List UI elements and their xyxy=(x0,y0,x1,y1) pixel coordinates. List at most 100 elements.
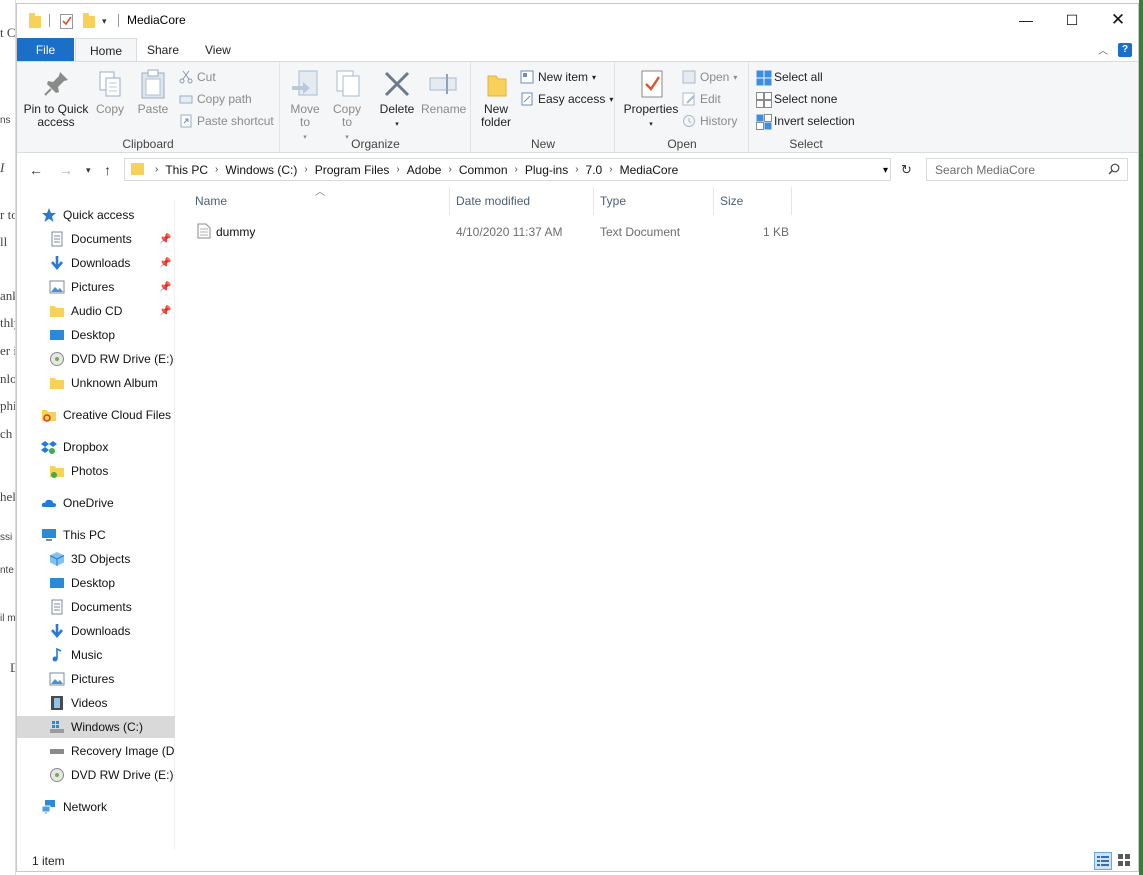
nav-pc-dvd-drive[interactable]: DVD RW Drive (E:) S xyxy=(17,764,175,786)
properties-label: Properties xyxy=(623,102,679,116)
nav-pc-videos[interactable]: Videos xyxy=(17,692,175,714)
close-button[interactable]: ✕ xyxy=(1095,4,1141,36)
breadcrumb-adobe[interactable]: Adobe xyxy=(404,163,445,177)
organize-group-label: Organize xyxy=(351,137,400,151)
column-header-name[interactable]: Name xyxy=(189,187,450,215)
nav-creative-cloud[interactable]: Creative Cloud Files xyxy=(17,404,175,426)
tab-share[interactable]: Share xyxy=(133,38,193,62)
open-button[interactable]: Open ▾ xyxy=(682,67,737,87)
properties-button[interactable]: Properties ▾ xyxy=(622,68,680,131)
breadcrumb-separator[interactable]: › xyxy=(151,164,162,175)
videos-film-icon xyxy=(49,695,65,711)
nav-pc-recovery[interactable]: Recovery Image (D: xyxy=(17,740,175,762)
details-view-icon[interactable] xyxy=(1094,852,1112,870)
invert-selection-button[interactable]: Invert selection xyxy=(756,111,855,131)
search-input[interactable]: Search MediaCore xyxy=(926,158,1128,181)
address-dropdown-icon[interactable]: ▾ xyxy=(883,165,888,176)
breadcrumb-separator[interactable]: › xyxy=(511,164,522,175)
nav-dropbox[interactable]: Dropbox xyxy=(17,436,175,458)
breadcrumb-windows-c[interactable]: Windows (C:) xyxy=(222,163,300,177)
tab-home[interactable]: Home xyxy=(75,38,138,62)
music-note-icon xyxy=(49,647,65,663)
nav-pc-3d-objects[interactable]: 3D Objects xyxy=(17,548,175,570)
nav-qa-unknown-album[interactable]: Unknown Album xyxy=(17,372,175,394)
easy-access-button[interactable]: Easy access ▾ xyxy=(520,89,613,109)
move-to-button[interactable]: Move to ▾ xyxy=(287,68,323,144)
nav-pc-windows-c[interactable]: Windows (C:) xyxy=(17,716,175,738)
pin-quick-access-button[interactable]: Pin to Quick access xyxy=(23,68,89,129)
delete-button[interactable]: Delete ▾ xyxy=(377,68,417,131)
nav-qa-pictures[interactable]: Pictures 📌 xyxy=(17,276,175,298)
breadcrumb-program-files[interactable]: Program Files xyxy=(312,163,393,177)
address-bar[interactable]: › This PC › Windows (C:) › Program Files… xyxy=(124,158,891,181)
large-icons-view-icon[interactable] xyxy=(1116,852,1134,870)
breadcrumb-7-0[interactable]: 7.0 xyxy=(583,163,606,177)
new-folder-button[interactable]: New folder xyxy=(478,68,514,129)
edit-button[interactable]: Edit xyxy=(682,89,721,109)
new-group: New folder New item ▾ Easy access ▾ New xyxy=(472,62,615,153)
select-all-button[interactable]: Select all xyxy=(756,67,823,87)
nav-pc-desktop[interactable]: Desktop xyxy=(17,572,175,594)
up-arrow-icon[interactable]: ↑ xyxy=(104,162,111,178)
nav-qa-desktop[interactable]: Desktop xyxy=(17,324,175,346)
nav-photos[interactable]: Photos xyxy=(17,460,175,482)
minimize-button[interactable]: — xyxy=(1003,4,1049,36)
select-none-button[interactable]: Select none xyxy=(756,89,837,109)
pin-icon: 📌 xyxy=(159,233,172,245)
nav-pc-music[interactable]: Music xyxy=(17,644,175,666)
desktop-icon xyxy=(49,327,65,343)
search-icon[interactable] xyxy=(1108,163,1120,175)
nav-qa-audio-cd[interactable]: Audio CD 📌 xyxy=(17,300,175,322)
help-icon[interactable]: ? xyxy=(1118,42,1132,57)
breadcrumb-plug-ins[interactable]: Plug-ins xyxy=(522,163,571,177)
nav-qa-documents[interactable]: Documents 📌 xyxy=(17,228,175,250)
breadcrumb-separator[interactable]: › xyxy=(605,164,616,175)
navigation-bar: ← → ▾ ↑ › This PC › Windows (C:) › Progr… xyxy=(17,154,1138,186)
tab-file[interactable]: File xyxy=(17,38,74,62)
breadcrumb-separator[interactable]: › xyxy=(300,164,311,175)
copy-path-button[interactable]: Copy path xyxy=(179,89,252,109)
nav-pc-pictures[interactable]: Pictures xyxy=(17,668,175,690)
cut-button[interactable]: Cut xyxy=(179,67,216,87)
column-header-date-modified[interactable]: Date modified xyxy=(450,187,594,215)
breadcrumb-separator[interactable]: › xyxy=(571,164,582,175)
new-group-label: New xyxy=(530,137,555,151)
table-row[interactable]: dummy 4/10/2020 11:37 AM Text Document 1… xyxy=(175,221,795,243)
breadcrumb-this-pc[interactable]: This PC xyxy=(162,163,211,177)
column-header-type[interactable]: Type xyxy=(594,187,714,215)
recent-locations-icon[interactable]: ▾ xyxy=(86,165,91,176)
history-button[interactable]: History xyxy=(682,111,737,131)
back-arrow-icon[interactable]: ← xyxy=(29,162,43,178)
nav-qa-downloads[interactable]: Downloads 📌 xyxy=(17,252,175,274)
breadcrumb-separator[interactable]: › xyxy=(211,164,222,175)
nav-onedrive[interactable]: OneDrive xyxy=(17,492,175,514)
breadcrumb-mediacore[interactable]: MediaCore xyxy=(617,163,682,177)
paste-shortcut-button[interactable]: Paste shortcut xyxy=(179,111,274,131)
paste-button[interactable]: Paste xyxy=(134,68,172,116)
clipboard-group: Pin to Quick access Copy Paste Cut Copy … xyxy=(17,62,280,153)
copy-button[interactable]: Copy xyxy=(93,68,127,116)
breadcrumb-separator[interactable]: › xyxy=(392,164,403,175)
maximize-button[interactable]: ☐ xyxy=(1049,4,1095,36)
nav-pc-downloads[interactable]: Downloads xyxy=(17,620,175,642)
nav-network[interactable]: Network xyxy=(17,796,175,818)
column-header-size[interactable]: Size xyxy=(714,187,792,215)
new-folder-icon[interactable] xyxy=(83,13,95,28)
nav-label: Downloads xyxy=(71,256,131,270)
nav-this-pc[interactable]: This PC xyxy=(17,524,175,546)
new-item-button[interactable]: New item ▾ xyxy=(520,67,596,87)
tab-view[interactable]: View xyxy=(191,38,245,62)
rename-button[interactable]: Rename xyxy=(421,68,466,116)
refresh-icon[interactable]: ↻ xyxy=(901,162,912,178)
nav-quick-access[interactable]: Quick access xyxy=(17,204,175,226)
forward-arrow-icon[interactable]: → xyxy=(59,162,73,178)
nav-qa-dvd-drive[interactable]: DVD RW Drive (E:) S xyxy=(17,348,175,370)
copy-to-button[interactable]: Copy to ▾ xyxy=(329,68,365,144)
breadcrumb-common[interactable]: Common xyxy=(456,163,511,177)
properties-check-icon[interactable] xyxy=(60,14,73,29)
customize-qat-icon[interactable]: ▾ xyxy=(102,16,116,28)
bg-text: ssi xyxy=(0,532,13,543)
nav-pc-documents[interactable]: Documents xyxy=(17,596,175,618)
breadcrumb-separator[interactable]: › xyxy=(444,164,455,175)
collapse-ribbon-icon[interactable]: ︿ xyxy=(1098,42,1108,57)
